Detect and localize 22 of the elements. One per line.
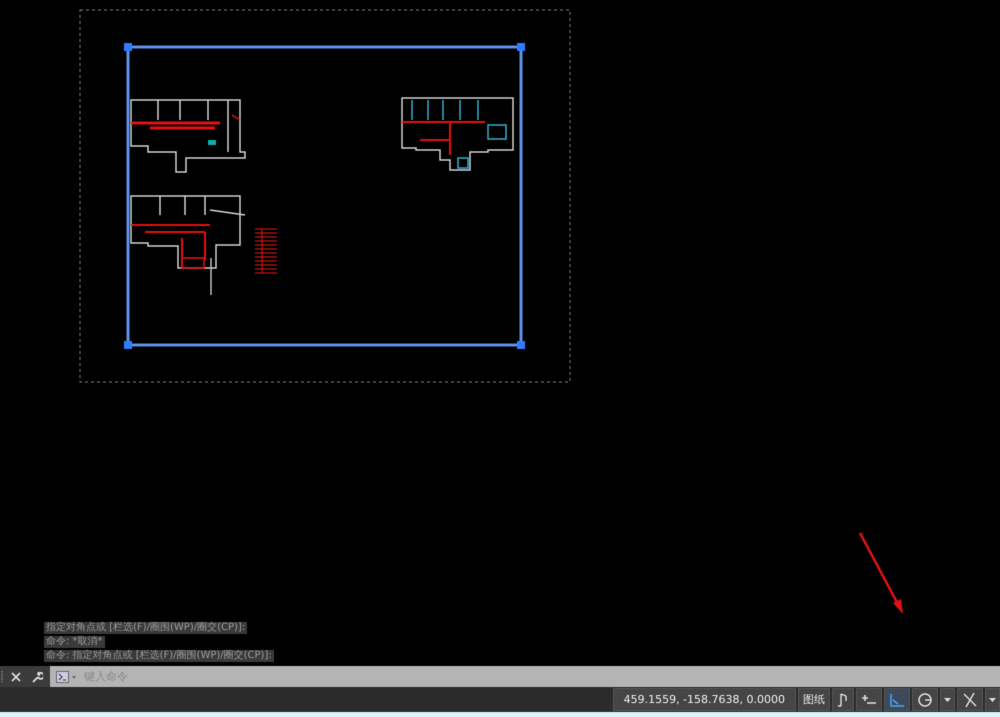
ortho-toggle[interactable] <box>884 688 910 711</box>
polar-icon <box>917 692 933 708</box>
polar-toggle[interactable] <box>912 688 938 711</box>
paper-space-button[interactable]: 图纸 <box>798 688 830 711</box>
snap-toggle[interactable] <box>832 688 854 711</box>
selection-frame[interactable] <box>124 43 525 349</box>
osnap-toggle[interactable] <box>957 688 983 711</box>
grip-icon <box>1 670 4 684</box>
caret-icon <box>944 698 951 702</box>
coordinates-readout: 459.1559, -158.7638, 0.0000 <box>612 688 796 711</box>
osnap-icon <box>962 692 978 708</box>
dropdown-button[interactable] <box>940 688 955 711</box>
prompt-icon <box>56 670 78 682</box>
close-icon <box>11 672 21 682</box>
wrench-icon <box>31 670 43 682</box>
dropdown-button[interactable] <box>985 688 1000 711</box>
ortho-icon <box>889 692 905 708</box>
infer-toggle[interactable] <box>856 688 882 711</box>
recent-commands-button[interactable] <box>50 666 82 687</box>
stair-drawing <box>254 228 278 274</box>
caret-icon <box>989 698 996 702</box>
snap-icon <box>837 692 849 708</box>
